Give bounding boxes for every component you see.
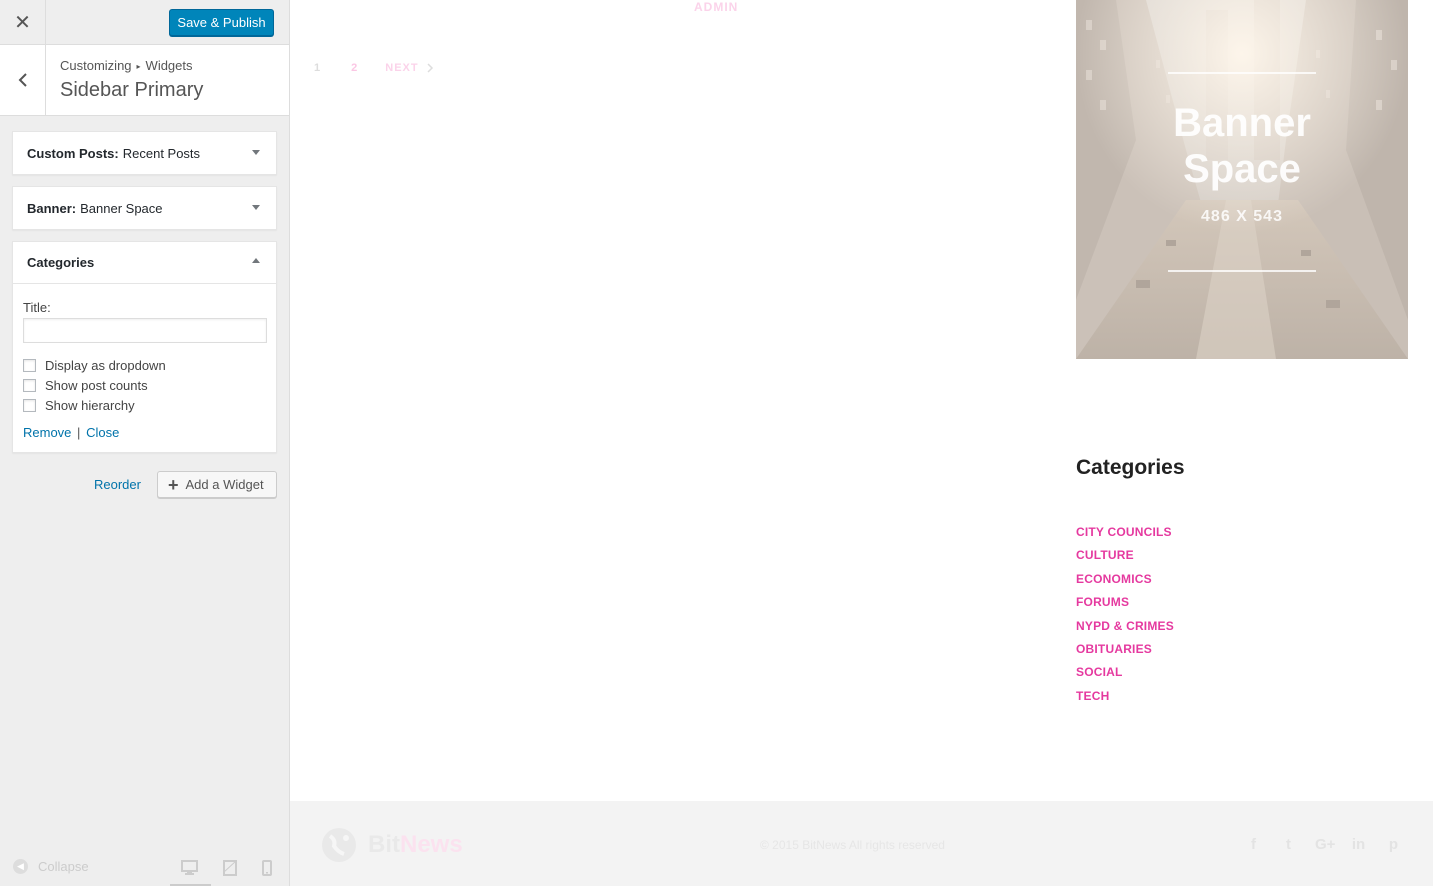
collapse-arrow-icon: ◀ <box>13 859 28 874</box>
category-link[interactable]: NYPD & CRIMES <box>1076 617 1174 640</box>
add-widget-button[interactable]: + Add a Widget <box>157 471 277 498</box>
link-separator: | <box>77 425 81 440</box>
page-title: Sidebar Primary <box>60 79 204 101</box>
widget-type: Categories <box>27 255 95 270</box>
category-link[interactable]: CULTURE <box>1076 546 1174 569</box>
mobile-preview-icon[interactable] <box>262 860 272 881</box>
option-label: Display as dropdown <box>45 357 166 373</box>
widget-header[interactable]: Custom Posts: Recent Posts <box>13 132 276 174</box>
widget-title: Recent Posts <box>122 145 201 161</box>
option-label: Show post counts <box>45 377 148 393</box>
title-label: Title: <box>23 300 51 315</box>
close-icon: ✕ <box>14 11 31 34</box>
banner-title-line1: Banner <box>1173 101 1311 145</box>
collapse-button[interactable]: ◀ Collapse <box>13 859 89 874</box>
expand-arrow-icon[interactable] <box>252 150 260 155</box>
show-post-counts-option: Show post counts <box>23 377 266 393</box>
widget-form: Title: Display as dropdown Show post cou… <box>13 284 276 452</box>
chevron-left-icon <box>18 73 27 87</box>
customizer-header: ✕ Save & Publish <box>0 0 289 45</box>
logo-text-part2: News <box>400 831 463 858</box>
logo-text-part1: Bit <box>368 831 400 858</box>
widget-title: Banner Space <box>80 200 163 216</box>
category-link[interactable]: TECH <box>1076 687 1174 710</box>
breadcrumb-current: Widgets <box>145 58 193 73</box>
banner-divider-top <box>1168 72 1316 74</box>
categories-heading: Categories <box>1076 456 1185 479</box>
widget-custom-posts: Custom Posts: Recent Posts <box>12 131 277 175</box>
site-preview: ADMIN 1 2 NEXT Banner Space 486 X 543 Ca… <box>290 0 1433 886</box>
widget-banner: Banner: Banner Space <box>12 186 277 230</box>
google-plus-icon[interactable]: G+ <box>1315 836 1335 853</box>
widget-categories: Categories Title: Display as dropdown Sh… <box>12 241 277 453</box>
logo-text: BitNews <box>368 831 463 859</box>
back-button[interactable] <box>0 45 46 115</box>
close-customizer-button[interactable]: ✕ <box>0 0 46 44</box>
add-widget-label: Add a Widget <box>185 477 264 492</box>
pinterest-icon[interactable]: p <box>1385 836 1402 853</box>
site-logo[interactable]: BitNews <box>320 826 463 864</box>
close-link[interactable]: Close <box>86 425 119 440</box>
breadcrumb-parent: Customizing <box>60 58 132 73</box>
display-dropdown-option: Display as dropdown <box>23 357 266 373</box>
category-link[interactable]: OBITUARIES <box>1076 640 1174 663</box>
customizer-sidebar: ✕ Save & Publish Customizing ▸ Widgets Sid… <box>0 0 290 886</box>
show-post-counts-checkbox[interactable] <box>23 378 36 392</box>
author-link[interactable]: ADMIN <box>694 0 738 14</box>
banner-title-line2: Space <box>1183 147 1301 191</box>
breadcrumb-separator: ▸ <box>136 62 141 71</box>
widget-actions: Remove | Close <box>23 425 266 440</box>
copyright-text: © 2015 BitNews All rights reserved <box>760 838 945 852</box>
desktop-preview-icon[interactable] <box>181 860 198 880</box>
banner-size-label: 486 X 543 <box>1201 208 1283 225</box>
facebook-icon[interactable]: f <box>1245 836 1262 853</box>
page-1-link[interactable]: 1 <box>314 62 320 74</box>
tablet-preview-icon[interactable] <box>223 860 237 881</box>
banner-title: Banner Space <box>1076 100 1408 192</box>
categories-list: CITY COUNCILS CULTURE ECONOMICS FORUMS N… <box>1076 523 1174 710</box>
chevron-right-icon <box>427 63 433 73</box>
twitter-icon[interactable]: t <box>1280 836 1297 853</box>
widget-type: Custom Posts: <box>27 145 119 161</box>
breadcrumb: Customizing ▸ Widgets <box>60 58 193 73</box>
banner-divider-bottom <box>1168 270 1316 272</box>
category-link[interactable]: SOCIAL <box>1076 663 1174 686</box>
option-label: Show hierarchy <box>45 397 135 413</box>
logo-globe-icon <box>322 828 356 862</box>
category-link[interactable]: FORUMS <box>1076 593 1174 616</box>
pagination: 1 2 NEXT <box>314 62 434 74</box>
show-hierarchy-option: Show hierarchy <box>23 397 266 413</box>
save-publish-button[interactable]: Save & Publish <box>169 9 274 36</box>
expand-arrow-icon[interactable] <box>252 205 260 210</box>
page-2-link[interactable]: 2 <box>351 62 357 74</box>
category-link[interactable]: CITY COUNCILS <box>1076 523 1174 546</box>
title-input[interactable] <box>23 318 267 343</box>
remove-link[interactable]: Remove <box>23 425 71 440</box>
banner-ad[interactable]: Banner Space 486 X 543 <box>1076 0 1408 359</box>
show-hierarchy-checkbox[interactable] <box>23 398 36 412</box>
collapse-arrow-icon[interactable] <box>252 258 260 263</box>
plus-icon: + <box>168 474 179 495</box>
widget-header[interactable]: Categories <box>13 242 276 284</box>
linkedin-icon[interactable]: in <box>1350 836 1367 853</box>
site-footer: BitNews © 2015 BitNews All rights reserv… <box>290 801 1433 886</box>
display-dropdown-checkbox[interactable] <box>23 358 36 372</box>
collapse-label: Collapse <box>38 859 89 874</box>
customizer-footer: ◀ Collapse <box>0 846 289 886</box>
category-link[interactable]: ECONOMICS <box>1076 570 1174 593</box>
widget-type: Banner: <box>27 200 77 216</box>
widget-header[interactable]: Banner: Banner Space <box>13 187 276 229</box>
reorder-link[interactable]: Reorder <box>94 477 141 492</box>
social-links: f t G+ in p <box>1245 836 1402 853</box>
section-header: Customizing ▸ Widgets Sidebar Primary <box>0 45 289 116</box>
next-page-link[interactable]: NEXT <box>385 62 418 74</box>
